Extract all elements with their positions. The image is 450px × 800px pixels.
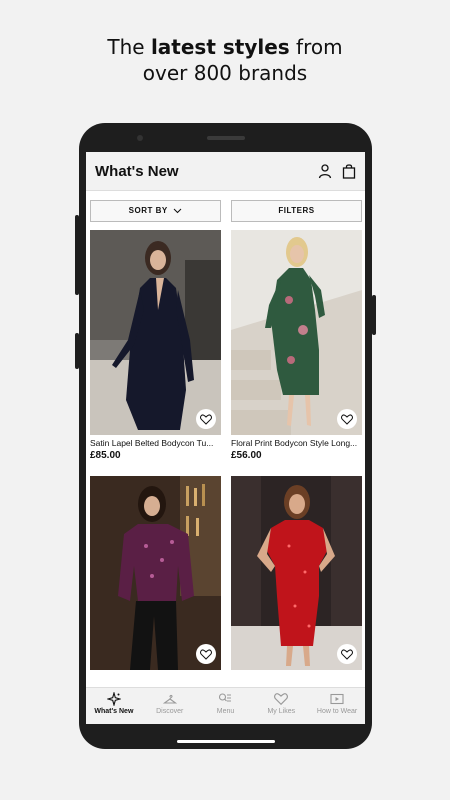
menu-search-icon bbox=[219, 693, 232, 702]
tab-label: How to Wear bbox=[316, 708, 358, 715]
app-header: What's New bbox=[86, 152, 365, 191]
product-image[interactable] bbox=[90, 230, 221, 435]
product-card[interactable]: Floral Print Bodycon Style Long... £56.0… bbox=[231, 230, 362, 461]
tab-label: What's New bbox=[94, 708, 134, 715]
heart-icon bbox=[274, 693, 289, 706]
filters-button[interactable]: FILTERS bbox=[231, 200, 362, 222]
like-button[interactable] bbox=[196, 409, 216, 429]
product-image[interactable] bbox=[231, 476, 362, 670]
chevron-down-icon bbox=[173, 208, 182, 214]
product-image[interactable] bbox=[90, 476, 221, 670]
tab-label: Discover bbox=[156, 708, 184, 715]
sort-by-button[interactable]: SORT BY bbox=[90, 200, 221, 222]
product-card[interactable] bbox=[90, 476, 221, 670]
front-camera bbox=[137, 135, 143, 141]
phone-frame: What's New SORT BY FILTERS Satin Lapel B… bbox=[75, 123, 376, 749]
account-icon[interactable] bbox=[317, 163, 333, 179]
product-price: £85.00 bbox=[90, 450, 121, 461]
side-button bbox=[372, 295, 376, 335]
like-button[interactable] bbox=[337, 644, 357, 664]
heart-icon bbox=[341, 413, 353, 425]
promo-text-end: from bbox=[289, 35, 343, 59]
filters-label: FILTERS bbox=[278, 206, 315, 215]
heart-icon bbox=[341, 648, 353, 660]
app-screen: What's New SORT BY FILTERS Satin Lapel B… bbox=[86, 152, 365, 724]
sort-by-label: SORT BY bbox=[128, 206, 168, 215]
tab-whats-new[interactable]: What's New bbox=[86, 688, 142, 724]
product-name[interactable]: Satin Lapel Belted Bodycon Tu... bbox=[90, 438, 221, 448]
like-button[interactable] bbox=[337, 409, 357, 429]
product-image[interactable] bbox=[231, 230, 362, 435]
promo-headline: The latest styles from over 800 brands bbox=[0, 34, 450, 86]
tab-label: My Likes bbox=[267, 708, 296, 715]
tab-discover[interactable]: Discover bbox=[142, 688, 198, 724]
tab-menu[interactable]: Menu bbox=[198, 688, 254, 724]
bottom-tab-bar: What's New Discover Menu My Likes How to… bbox=[86, 687, 365, 724]
power-button bbox=[75, 333, 79, 369]
like-button[interactable] bbox=[196, 644, 216, 664]
promo-line-2: over 800 brands bbox=[142, 61, 308, 85]
promo-line-1: The latest styles from bbox=[0, 34, 450, 60]
product-card[interactable] bbox=[231, 476, 362, 670]
play-icon bbox=[330, 693, 344, 705]
volume-button bbox=[75, 215, 79, 295]
tab-label: Menu bbox=[216, 708, 235, 715]
sparkle-icon bbox=[106, 692, 121, 706]
product-name[interactable]: Floral Print Bodycon Style Long... bbox=[231, 438, 362, 448]
promo-bold-text: latest styles bbox=[150, 35, 290, 59]
promo-text: The bbox=[107, 35, 151, 59]
tab-how-to-wear[interactable]: How to Wear bbox=[309, 688, 365, 724]
product-card[interactable]: Satin Lapel Belted Bodycon Tu... £85.00 bbox=[90, 230, 221, 461]
heart-icon bbox=[200, 413, 212, 425]
speaker-grille bbox=[207, 136, 245, 140]
tab-my-likes[interactable]: My Likes bbox=[253, 688, 309, 724]
product-price: £56.00 bbox=[231, 450, 262, 461]
page-title: What's New bbox=[95, 163, 179, 180]
heart-icon bbox=[200, 648, 212, 660]
home-indicator bbox=[177, 740, 275, 743]
sort-filter-bar: SORT BY FILTERS bbox=[90, 200, 362, 222]
bag-icon[interactable] bbox=[341, 163, 357, 179]
hanger-icon bbox=[162, 694, 177, 704]
